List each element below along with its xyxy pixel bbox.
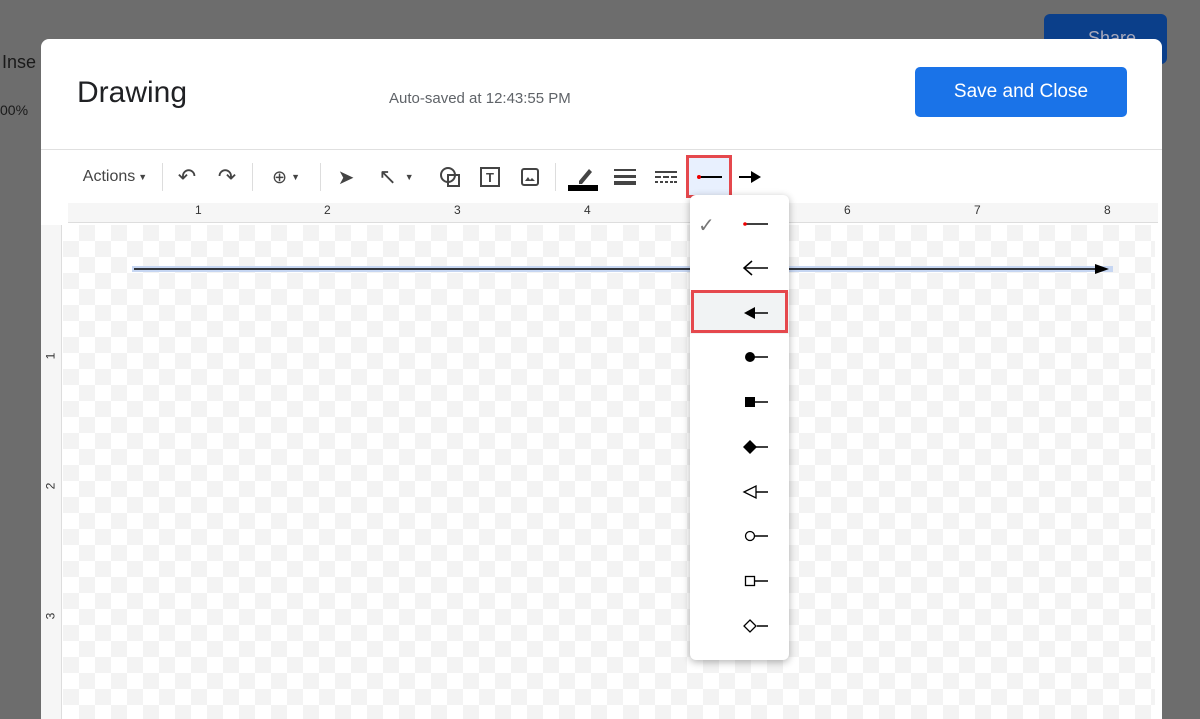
doc-menu-insert: Inse	[2, 52, 37, 72]
line-start-menu: ✓	[690, 195, 789, 660]
line-color-icon[interactable]	[566, 161, 600, 193]
ruler-label: 6	[844, 203, 851, 217]
ruler-label: 1	[43, 352, 58, 360]
save-and-close-button[interactable]: Save and Close	[915, 67, 1127, 117]
menu-item-filled-square[interactable]	[690, 381, 789, 423]
ruler-label: 2	[324, 203, 331, 217]
line-weight-icon[interactable]	[611, 161, 639, 193]
actions-menu[interactable]: Actions ▼	[77, 161, 153, 193]
line-icon[interactable]: ↖ ▼	[369, 161, 423, 193]
menu-item-filled-circle[interactable]	[690, 336, 789, 378]
undo-icon[interactable]: ↶	[172, 161, 202, 193]
doc-zoom: 00%	[0, 102, 29, 118]
actions-label: Actions	[82, 168, 136, 185]
zoom-icon[interactable]: ⊕ ▼	[263, 161, 309, 193]
image-icon[interactable]	[515, 161, 545, 193]
menu-item-open-square[interactable]	[690, 560, 789, 602]
svg-text:T: T	[486, 170, 494, 185]
shape-icon[interactable]	[435, 161, 465, 193]
autosave-status: Auto-saved at 12:43:55 PM	[389, 90, 571, 107]
drawing-dialog: Drawing Auto-saved at 12:43:55 PM Save a…	[41, 39, 1162, 719]
ruler-label: 1	[195, 203, 202, 217]
menu-item-arrow[interactable]	[690, 247, 789, 289]
menu-item-filled-diamond[interactable]	[690, 426, 789, 468]
redo-icon[interactable]: ↷	[212, 161, 242, 193]
ruler-label: 3	[454, 203, 461, 217]
ruler-label: 8	[1104, 203, 1111, 217]
menu-item-open-circle[interactable]	[690, 515, 789, 557]
separator	[320, 163, 321, 191]
divider	[41, 149, 1162, 150]
separator	[252, 163, 253, 191]
ruler-label: 4	[584, 203, 591, 217]
menu-item-none[interactable]: ✓	[690, 203, 789, 245]
horizontal-ruler: 1 2 3 4 5 6 7 8	[68, 203, 1158, 223]
line-dash-icon[interactable]	[652, 161, 680, 193]
separator	[555, 163, 556, 191]
vertical-ruler: 1 2 3	[41, 225, 62, 719]
ruler-label: 3	[43, 612, 58, 620]
select-icon[interactable]: ➤	[333, 161, 359, 193]
dialog-title: Drawing	[77, 76, 188, 109]
line-start-icon[interactable]	[686, 155, 732, 198]
arrow-line[interactable]	[63, 225, 1155, 719]
highlight-box	[691, 290, 788, 333]
menu-item-open-diamond[interactable]	[690, 605, 789, 647]
check-icon: ✓	[698, 215, 715, 237]
ruler-label: 7	[974, 203, 981, 217]
ruler-label: 2	[43, 482, 58, 490]
separator	[162, 163, 163, 191]
text-box-icon[interactable]: T	[475, 161, 505, 193]
menu-item-open-arrow[interactable]	[690, 471, 789, 513]
drawing-canvas[interactable]	[63, 225, 1155, 719]
line-end-icon[interactable]	[736, 161, 766, 193]
